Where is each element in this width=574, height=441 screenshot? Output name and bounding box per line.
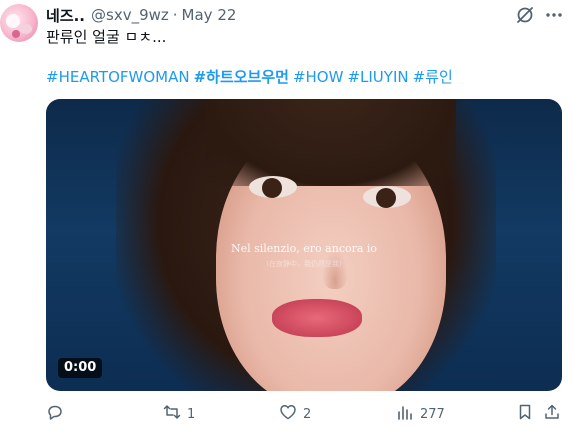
views-button[interactable]: 277 [396,402,445,426]
retweet-icon [163,403,181,425]
hashtag-link[interactable]: #류인 [413,68,453,86]
bookmark-button[interactable] [516,402,534,426]
views-icon [396,403,414,425]
video-subtitle-small: (在寂静中，我仍然是我) [266,260,342,268]
video-frame-lips [272,299,362,337]
avatar-detail [20,24,32,34]
action-bar: 1 2 277 [46,402,566,426]
avatar-detail [12,30,20,38]
author-name[interactable]: 네즈.. [46,5,85,26]
more-icon[interactable] [544,5,564,25]
video-player[interactable]: Nel silenzio, ero ancora io (在寂静中，我仍然是我)… [46,99,562,391]
hashtag-link[interactable]: #HOW [293,68,344,86]
tweet-date[interactable]: May 22 [182,6,237,24]
grok-icon[interactable] [515,5,535,25]
reply-button[interactable] [46,402,70,426]
retweet-button[interactable]: 1 [163,402,195,426]
like-button[interactable]: 2 [279,402,311,426]
share-icon [543,403,561,425]
hashtag-link[interactable]: #HEARTOFWOMAN [46,68,190,86]
video-frame-eye [363,186,411,208]
heart-icon [279,403,297,425]
video-frame-eye [249,176,297,198]
reply-icon [46,403,64,425]
video-frame-bangs [206,99,456,186]
separator-dot: · [172,6,178,24]
author-handle[interactable]: @sxv_9wz [91,6,169,24]
video-frame-nose [322,249,348,289]
video-time-badge: 0:00 [58,358,103,378]
retweet-count: 1 [187,406,196,422]
like-count: 2 [303,406,312,422]
views-count: 277 [420,406,445,422]
avatar-detail [6,14,20,28]
tweet-text: 판류인 얼굴 ㅁㅊ... [46,28,167,46]
share-button[interactable] [543,402,561,426]
hashtag-line: #HEARTOFWOMAN #하트오브우먼 #HOW #LIUYIN #류인 [46,67,457,87]
avatar[interactable] [0,4,38,42]
hashtag-link[interactable]: #LIUYIN [347,68,408,86]
video-subtitle: Nel silenzio, ero ancora io [230,242,378,255]
bookmark-icon [516,403,534,425]
tweet-header: 네즈.. @sxv_9wz · May 22 [46,5,236,25]
hashtag-link[interactable]: #하트오브우먼 [194,68,289,86]
